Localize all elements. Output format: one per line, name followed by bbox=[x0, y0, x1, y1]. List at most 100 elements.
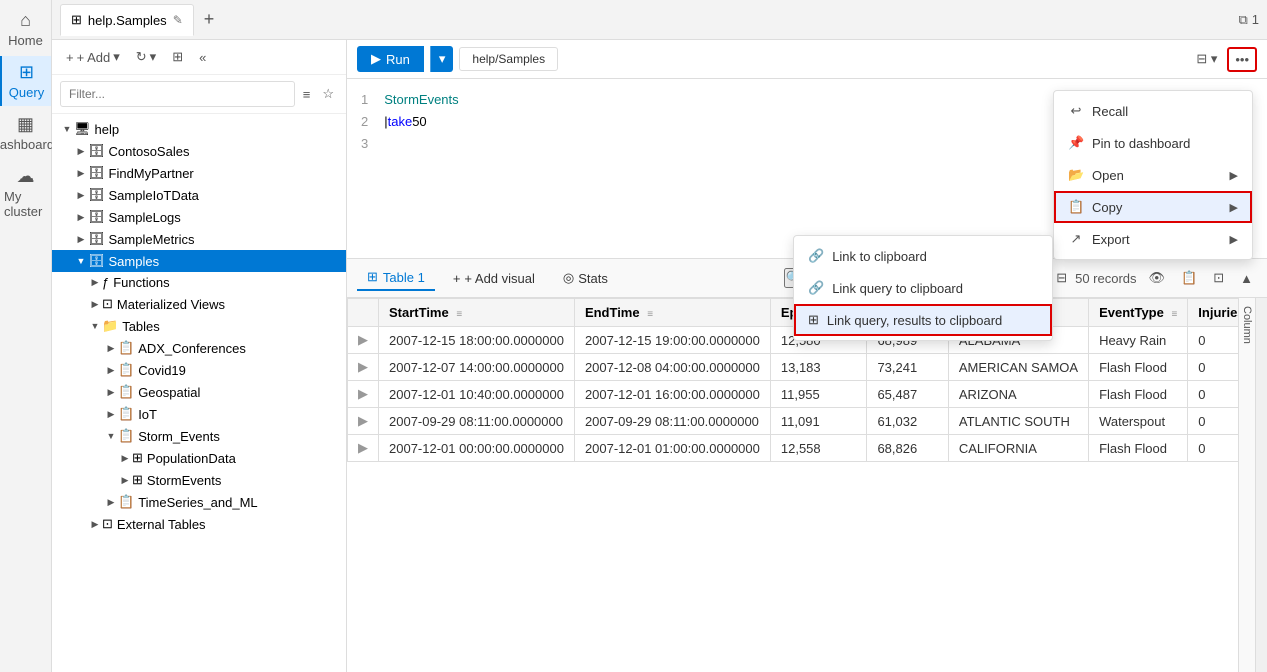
add-button[interactable]: + + Add ▾ bbox=[60, 46, 126, 68]
col-episodeid[interactable]: EpisodeId ≡ bbox=[770, 299, 867, 327]
tree-item-sampleiotdata[interactable]: ▶ 🗄 SampleIoTData bbox=[52, 184, 346, 206]
chevron-right-icon: ▶ bbox=[88, 277, 102, 288]
table-row: ▶2007-09-29 08:11:00.00000002007-09-29 0… bbox=[348, 408, 1239, 435]
tree-item-adx-conferences[interactable]: ▶ 📋 ADX_Conferences bbox=[52, 337, 346, 359]
cell-endtime: 2007-12-01 16:00:00.0000000 bbox=[574, 381, 770, 408]
search-button[interactable]: 🔍 Search bbox=[784, 268, 849, 288]
filter-sort-button[interactable]: ≡ bbox=[299, 83, 315, 106]
tree-item-timeseries[interactable]: ▶ 📋 TimeSeries_and_ML bbox=[52, 491, 346, 513]
nav-query[interactable]: ⊞ Query bbox=[0, 56, 51, 106]
tree-item-geospatial[interactable]: ▶ 📋 Geospatial bbox=[52, 381, 346, 403]
column-panel[interactable]: Column bbox=[1238, 298, 1255, 672]
chevron-right-icon: ▶ bbox=[104, 497, 118, 508]
cell-state: ALABAMA bbox=[948, 327, 1088, 354]
table-row: ▶2007-12-01 10:40:00.00000002007-12-01 1… bbox=[348, 381, 1239, 408]
tree-item-contososales[interactable]: ▶ 🗄 ContosoSales bbox=[52, 140, 346, 162]
db-icon: 🗄 bbox=[88, 187, 105, 203]
row-expand-btn[interactable]: ▶ bbox=[348, 435, 379, 462]
collapse-results-button[interactable]: ▲ bbox=[1236, 267, 1257, 290]
cell-starttime: 2007-12-07 14:00:00.0000000 bbox=[379, 354, 575, 381]
tree-item-external-tables[interactable]: ▶ ⊡ External Tables bbox=[52, 513, 346, 535]
more-options-button[interactable]: ••• bbox=[1227, 47, 1257, 72]
eye-button[interactable]: 👁 bbox=[1145, 266, 1170, 290]
tree-item-findmypartner[interactable]: ▶ 🗄 FindMyPartner bbox=[52, 162, 346, 184]
tree-item-populationdata[interactable]: ▶ ⊞ PopulationData bbox=[52, 447, 346, 469]
divider3: | bbox=[1045, 271, 1048, 286]
row-expand-btn[interactable]: ▶ bbox=[348, 381, 379, 408]
cell-eventtype: Waterspout bbox=[1089, 408, 1188, 435]
add-visual-button[interactable]: + + Add visual bbox=[443, 267, 545, 290]
tree-item-iot[interactable]: ▶ 📋 IoT bbox=[52, 403, 346, 425]
cell-episodeid: 11,955 bbox=[770, 381, 867, 408]
query-editor[interactable]: 1 StormEvents 2 | take 50 3 bbox=[347, 79, 1267, 259]
tree-item-stormevents[interactable]: ▶ ⊞ StormEvents bbox=[52, 469, 346, 491]
tree-item-covid19[interactable]: ▶ 📋 Covid19 bbox=[52, 359, 346, 381]
col-eventid[interactable]: EventId ≡ bbox=[867, 299, 948, 327]
cell-injuriesdirect: 0 bbox=[1188, 435, 1238, 462]
row-expand-btn[interactable]: ▶ bbox=[348, 408, 379, 435]
cell-injuriesdirect: 0 bbox=[1188, 354, 1238, 381]
stats-button[interactable]: ◎ Stats bbox=[553, 266, 618, 290]
chevron-right-icon: ▶ bbox=[88, 519, 102, 530]
nav-dashboards[interactable]: ▦ Dashboards bbox=[0, 108, 51, 158]
tree-item-functions[interactable]: ▶ ƒ Functions bbox=[52, 272, 346, 293]
ext-table-icon: ⊡ bbox=[102, 516, 113, 532]
layout-button[interactable]: ⊡ bbox=[1209, 266, 1228, 290]
refresh-button[interactable]: ↻ ▾ bbox=[130, 46, 162, 68]
dashboards-icon: ▦ bbox=[17, 114, 34, 135]
grid-icon: ⊞ bbox=[132, 472, 143, 488]
row-expand-btn[interactable]: ▶ bbox=[348, 354, 379, 381]
cell-episodeid: 13,183 bbox=[770, 354, 867, 381]
tree-item-samples[interactable]: ▼ 🗄 Samples bbox=[52, 250, 346, 272]
filter-star-button[interactable]: ☆ bbox=[318, 82, 338, 106]
add-tab-button[interactable]: + bbox=[198, 9, 221, 30]
tree-item-storm-events[interactable]: ▼ 📋 Storm_Events bbox=[52, 425, 346, 447]
filter-input[interactable] bbox=[60, 81, 295, 107]
search-icon: 🔍 bbox=[786, 270, 802, 286]
run-button[interactable]: ▶ Run bbox=[357, 46, 424, 72]
col-injuriesdirect[interactable]: InjuriesDirect ≡ bbox=[1188, 299, 1238, 327]
table-icon: 📋 bbox=[118, 406, 134, 422]
col-eventtype[interactable]: EventType ≡ bbox=[1089, 299, 1188, 327]
run-dropdown-button[interactable]: ▾ bbox=[430, 46, 454, 72]
cell-injuriesdirect: 0 bbox=[1188, 408, 1238, 435]
table-row: ▶2007-12-01 00:00:00.00000002007-12-01 0… bbox=[348, 435, 1239, 462]
cell-episodeid: 12,558 bbox=[770, 435, 867, 462]
chevron-down-icon: ▼ bbox=[88, 321, 102, 331]
tree-item-samplemetrics[interactable]: ▶ 🗄 SampleMetrics bbox=[52, 228, 346, 250]
col-endtime[interactable]: EndTime ≡ bbox=[574, 299, 770, 327]
copy-button[interactable]: 📋 bbox=[1177, 266, 1201, 290]
tab-help-samples[interactable]: ⊞ help.Samples ✎ bbox=[60, 4, 194, 36]
col-state[interactable]: State ↑ ≡ bbox=[948, 299, 1088, 327]
tree-item-samplelogs[interactable]: ▶ 🗄 SampleLogs bbox=[52, 206, 346, 228]
cell-episodeid: 12,580 bbox=[770, 327, 867, 354]
cell-eventid: 65,487 bbox=[867, 381, 948, 408]
table-result-icon: ⊞ bbox=[367, 269, 378, 285]
db-icon: 🗄 bbox=[88, 231, 105, 247]
nav-home[interactable]: ⌂ Home bbox=[0, 4, 51, 54]
collapse-button[interactable]: « bbox=[193, 47, 212, 68]
utc-icon: 🕐 bbox=[869, 270, 885, 286]
row-expand-btn[interactable]: ▶ bbox=[348, 327, 379, 354]
tree-item-help[interactable]: ▼ 🖥 help bbox=[52, 118, 346, 140]
results-tab-table1[interactable]: ⊞ Table 1 bbox=[357, 265, 435, 291]
cell-starttime: 2007-09-29 08:11:00.0000000 bbox=[379, 408, 575, 435]
nav-mycluster[interactable]: ☁ My cluster bbox=[0, 160, 51, 225]
cell-endtime: 2007-12-01 01:00:00.0000000 bbox=[574, 435, 770, 462]
chevron-right-icon: ▶ bbox=[74, 168, 88, 179]
col-starttime[interactable]: StartTime ≡ bbox=[379, 299, 575, 327]
tree-item-tables[interactable]: ▼ 📁 Tables bbox=[52, 315, 346, 337]
tab-edit-button[interactable]: ✎ bbox=[173, 13, 183, 27]
cell-eventtype: Heavy Rain bbox=[1089, 327, 1188, 354]
filter-icon-btn[interactable]: ⊟ ▾ bbox=[1192, 47, 1221, 71]
cell-eventtype: Flash Flood bbox=[1089, 354, 1188, 381]
window-icon: ⧉ bbox=[1238, 12, 1247, 28]
data-table: StartTime ≡ EndTime ≡ EpisodeId ≡ EventI… bbox=[347, 298, 1238, 672]
records-icon: ⊟ bbox=[1056, 270, 1067, 286]
cell-state: ARIZONA bbox=[948, 381, 1088, 408]
chevron-right-icon: ▶ bbox=[74, 190, 88, 201]
table-button[interactable]: ⊞ bbox=[166, 46, 189, 68]
tree-item-materialized-views[interactable]: ▶ ⊡ Materialized Views bbox=[52, 293, 346, 315]
vertical-scrollbar[interactable] bbox=[1255, 298, 1267, 672]
cell-endtime: 2007-09-29 08:11:00.0000000 bbox=[574, 408, 770, 435]
